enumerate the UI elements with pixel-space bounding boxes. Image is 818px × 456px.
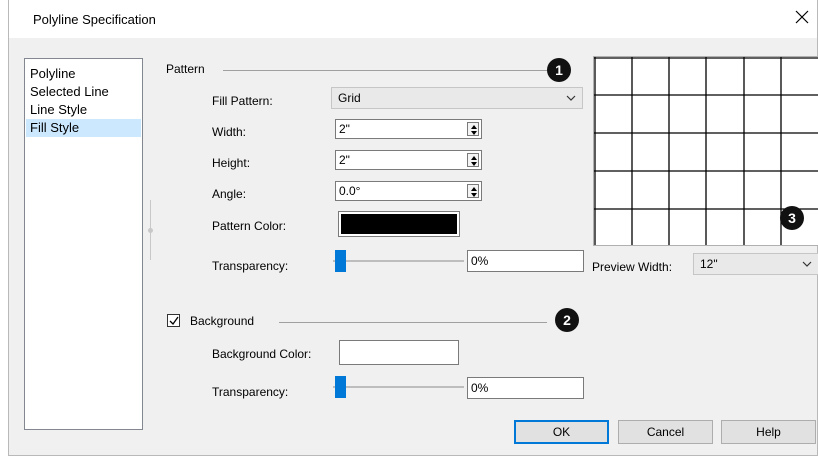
polyline-specification-dialog: Polyline Specification Polyline Selected… bbox=[8, 0, 818, 456]
pattern-transparency-input[interactable]: 0% bbox=[467, 250, 584, 272]
preview-width-select[interactable]: 12" bbox=[693, 253, 818, 275]
dialog-title: Polyline Specification bbox=[33, 12, 156, 27]
background-color-fill bbox=[342, 343, 456, 362]
background-color-label: Background Color: bbox=[212, 347, 312, 361]
callout-badge-3: 3 bbox=[780, 206, 804, 230]
fill-pattern-value: Grid bbox=[338, 91, 361, 105]
background-checkbox[interactable] bbox=[167, 314, 180, 327]
sidebar-item-fill-style[interactable]: Fill Style bbox=[26, 119, 141, 137]
height-value: 2" bbox=[339, 153, 350, 167]
ok-button[interactable]: OK bbox=[514, 420, 609, 444]
sidebar-item-polyline[interactable]: Polyline bbox=[26, 65, 141, 83]
title-bar: Polyline Specification bbox=[9, 0, 817, 38]
background-color-swatch[interactable] bbox=[339, 340, 459, 365]
splitter-grip[interactable] bbox=[148, 228, 153, 233]
preview-width-label: Preview Width: bbox=[592, 260, 673, 274]
height-spinner[interactable]: 2" bbox=[335, 150, 482, 170]
spin-arrows-icon bbox=[471, 187, 477, 197]
background-transparency-track[interactable] bbox=[333, 386, 464, 388]
checkmark-icon bbox=[169, 316, 179, 326]
angle-spin-arrows[interactable] bbox=[467, 184, 479, 198]
chevron-down-icon bbox=[566, 95, 576, 101]
chevron-down-icon bbox=[802, 261, 812, 267]
pattern-color-swatch[interactable] bbox=[338, 211, 460, 237]
preview-width-value: 12" bbox=[700, 257, 718, 271]
pattern-group-divider bbox=[223, 70, 547, 71]
sidebar-item-line-style[interactable]: Line Style bbox=[26, 101, 141, 119]
sidebar-item-selected-line[interactable]: Selected Line bbox=[26, 83, 141, 101]
background-transparency-thumb[interactable] bbox=[335, 376, 346, 398]
pattern-group-label: Pattern bbox=[166, 62, 205, 76]
pattern-color-fill bbox=[341, 214, 457, 234]
cancel-button[interactable]: Cancel bbox=[618, 420, 713, 444]
width-spin-arrows[interactable] bbox=[467, 122, 479, 136]
width-label: Width: bbox=[212, 125, 247, 139]
fill-pattern-select[interactable]: Grid bbox=[331, 87, 583, 109]
pattern-transparency-thumb[interactable] bbox=[335, 250, 346, 272]
pattern-transparency-label: Transparency: bbox=[212, 259, 289, 273]
width-spinner[interactable]: 2" bbox=[335, 119, 482, 139]
height-label: Height: bbox=[212, 156, 251, 170]
close-icon bbox=[795, 10, 809, 24]
angle-label: Angle: bbox=[212, 187, 247, 201]
category-list: Polyline Selected Line Line Style Fill S… bbox=[24, 58, 143, 430]
help-button[interactable]: Help bbox=[721, 420, 816, 444]
angle-spinner[interactable]: 0.0° bbox=[335, 181, 482, 201]
spin-arrows-icon bbox=[471, 125, 477, 135]
angle-value: 0.0° bbox=[339, 184, 361, 198]
height-spin-arrows[interactable] bbox=[467, 153, 479, 167]
callout-badge-2: 2 bbox=[555, 308, 579, 332]
background-group-divider bbox=[279, 322, 547, 323]
pattern-color-label: Pattern Color: bbox=[212, 219, 287, 233]
background-transparency-input[interactable]: 0% bbox=[467, 377, 584, 399]
background-transparency-label: Transparency: bbox=[212, 385, 289, 399]
close-button[interactable] bbox=[789, 4, 817, 32]
spin-arrows-icon bbox=[471, 156, 477, 166]
width-value: 2" bbox=[339, 122, 350, 136]
background-group-label[interactable]: Background bbox=[190, 314, 254, 328]
callout-badge-1: 1 bbox=[547, 58, 571, 82]
fill-pattern-label: Fill Pattern: bbox=[212, 94, 273, 108]
pattern-transparency-track[interactable] bbox=[333, 260, 464, 262]
